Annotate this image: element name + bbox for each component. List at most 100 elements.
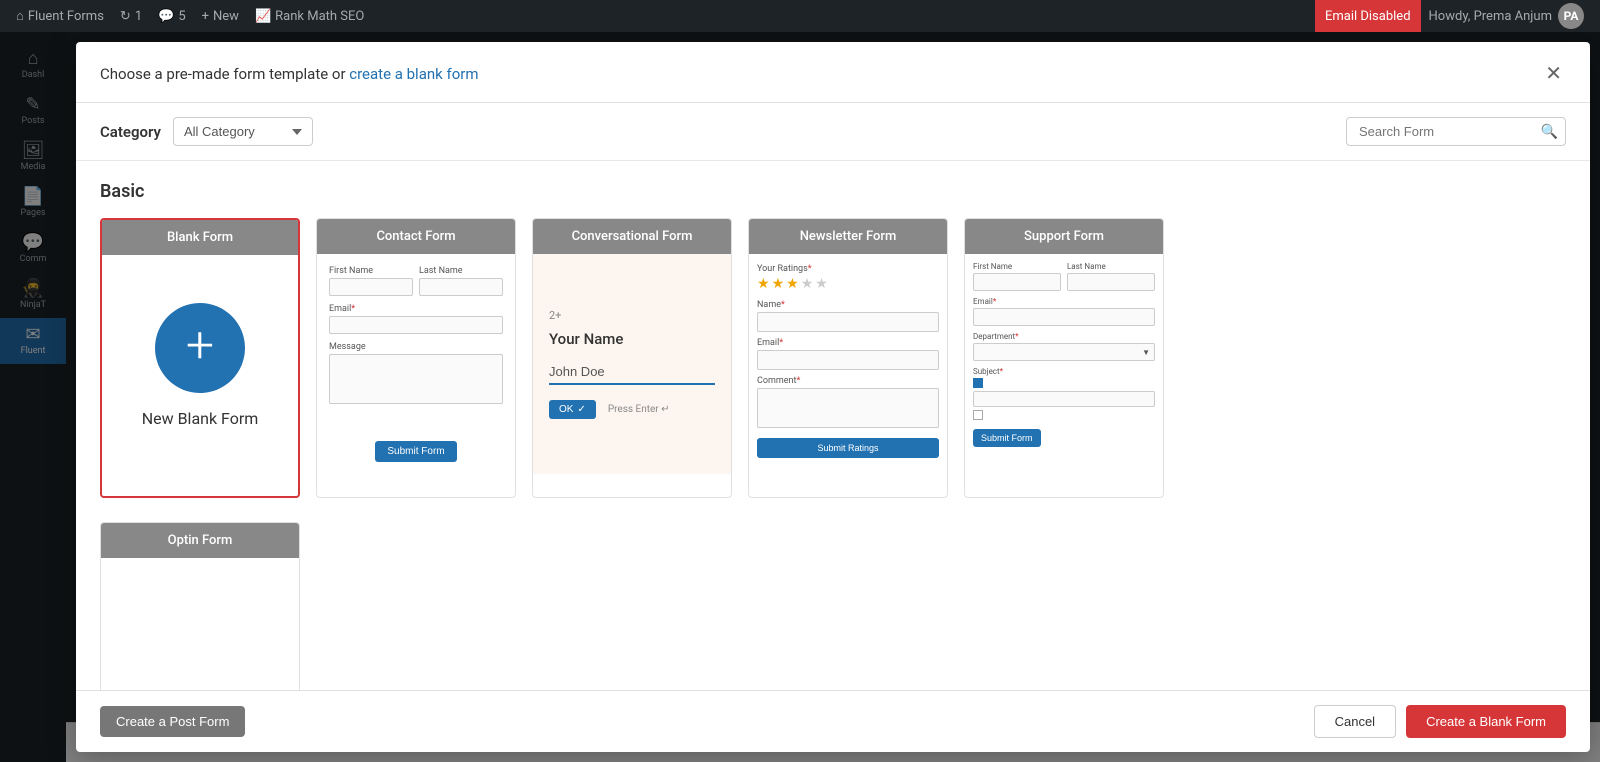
contact-form-body: First Name Last Name Email* Message — [317, 254, 515, 474]
category-label: Category — [100, 123, 161, 141]
first-name-field: First Name — [329, 266, 413, 296]
create-post-form-button[interactable]: Create a Post Form — [100, 706, 245, 737]
conv-step-number: 2+ — [549, 309, 715, 322]
category-wrapper: Category All Category — [100, 117, 313, 146]
sp-submit-btn: Submit Form — [973, 429, 1041, 447]
comment-count: 5 — [178, 9, 185, 24]
star-rating: ★ ★ ★ ★ ★ — [757, 276, 939, 292]
nl-submit-btn: Submit Ratings — [757, 438, 939, 458]
site-home[interactable]: ⌂ Fluent Forms — [8, 0, 112, 32]
form-template-modal: Choose a pre-made form template or creat… — [76, 42, 1590, 752]
search-form-input[interactable] — [1346, 117, 1566, 146]
plus-icon: + — [202, 9, 209, 24]
rank-math-label: Rank Math SEO — [275, 9, 364, 24]
footer-right-buttons: Cancel Create a Blank Form — [1314, 705, 1566, 738]
conv-ok-btn: OK ✓ — [549, 400, 596, 419]
updates[interactable]: ↻ 1 — [112, 0, 150, 32]
sp-dept-row: Department* ▼ — [973, 332, 1155, 361]
create-blank-link[interactable]: create a blank form — [349, 65, 478, 83]
email-row: Email* — [329, 304, 503, 334]
blank-form-plus-circle: + — [155, 303, 245, 393]
support-form-header: Support Form — [965, 219, 1163, 254]
contact-form-card[interactable]: Contact Form First Name Last Name — [316, 218, 516, 498]
last-name-label: Last Name — [419, 266, 503, 276]
star-4: ★ — [801, 276, 814, 292]
nl-email-input — [757, 350, 939, 370]
modal-footer: Create a Post Form Cancel Create a Blank… — [76, 690, 1590, 752]
email-input-preview — [329, 316, 503, 334]
sp-first-name: First Name — [973, 262, 1061, 291]
plus-icon: + — [186, 321, 214, 371]
sp-name-row: First Name Last Name — [973, 262, 1155, 291]
conversational-form-body: 2+ Your Name OK ✓ Press Enter ↵ — [533, 254, 731, 474]
bar-right: Email Disabled Howdy, Prema Anjum PA — [1315, 0, 1592, 32]
star-3: ★ — [786, 276, 799, 292]
wp-icon: ⌂ — [16, 8, 24, 24]
howdy-text: Howdy, Prema Anjum — [1429, 9, 1552, 24]
contact-form-header: Contact Form — [317, 219, 515, 254]
updates-icon: ↻ — [120, 9, 131, 24]
submit-row: Submit Form — [329, 439, 503, 462]
optin-form-body — [101, 558, 299, 658]
conversational-form-header: Conversational Form — [533, 219, 731, 254]
email-disabled-badge: Email Disabled — [1315, 0, 1421, 32]
modal-body: Basic Blank Form + New Blank Form Contac… — [76, 161, 1590, 690]
cancel-button[interactable]: Cancel — [1314, 705, 1396, 738]
conv-actions: OK ✓ Press Enter ↵ — [549, 397, 715, 419]
optin-form-card[interactable]: Optin Form — [100, 522, 300, 690]
sp-email-row: Email* — [973, 297, 1155, 326]
rank-math[interactable]: 📈 Rank Math SEO — [247, 0, 372, 32]
conv-enter-hint: Press Enter ↵ — [608, 404, 670, 415]
new-label: New — [213, 9, 239, 24]
newsletter-form-header: Newsletter Form — [749, 219, 947, 254]
avatar: PA — [1558, 3, 1584, 29]
nl-comment-label: Comment* — [757, 376, 939, 386]
search-icon[interactable]: 🔍 — [1541, 124, 1558, 140]
message-textarea-preview — [329, 354, 503, 404]
modal-header: Choose a pre-made form template or creat… — [76, 42, 1590, 103]
create-blank-form-button[interactable]: Create a Blank Form — [1406, 705, 1566, 738]
conversational-form-card[interactable]: Conversational Form 2+ Your Name OK ✓ Pr… — [532, 218, 732, 498]
nl-name-input — [757, 312, 939, 332]
optin-form-header: Optin Form — [101, 523, 299, 558]
blank-form-header: Blank Form — [102, 220, 298, 255]
sp-last-name: Last Name — [1067, 262, 1155, 291]
modal-close-button[interactable]: ✕ — [1541, 60, 1566, 88]
email-label: Email* — [329, 304, 503, 314]
first-name-input-preview — [329, 278, 413, 296]
message-label: Message — [329, 342, 503, 352]
modal-title-text: Choose a pre-made form template or — [100, 65, 349, 83]
support-form-card[interactable]: Support Form First Name Last Name — [964, 218, 1164, 498]
last-name-field: Last Name — [419, 266, 503, 296]
blank-form-card[interactable]: Blank Form + New Blank Form — [100, 218, 300, 498]
basic-section-title: Basic — [100, 181, 1566, 202]
sp-subject-row: Subject* — [973, 367, 1155, 420]
rank-math-icon: 📈 — [255, 9, 271, 24]
site-name: Fluent Forms — [28, 9, 104, 24]
last-name-input-preview — [419, 278, 503, 296]
search-input-wrapper: 🔍 — [1346, 117, 1566, 146]
new-content[interactable]: + New — [194, 0, 247, 32]
support-form-body: First Name Last Name Email* — [965, 254, 1163, 455]
blank-form-label: New Blank Form — [142, 409, 259, 428]
category-select[interactable]: All Category — [173, 117, 313, 146]
star-1: ★ — [757, 276, 770, 292]
sp-email: Email* — [973, 297, 1155, 326]
ratings-label: Your Ratings* — [757, 264, 939, 274]
comments-bar[interactable]: 💬 5 — [150, 0, 194, 32]
update-count: 1 — [135, 9, 142, 24]
newsletter-form-body: Your Ratings* ★ ★ ★ ★ ★ Name* Email* Com… — [749, 254, 947, 468]
forms-grid-second: Optin Form — [100, 522, 1566, 690]
newsletter-form-card[interactable]: Newsletter Form Your Ratings* ★ ★ ★ ★ ★ … — [748, 218, 948, 498]
star-2: ★ — [772, 276, 785, 292]
name-row: First Name Last Name — [329, 266, 503, 296]
howdy-user[interactable]: Howdy, Prema Anjum PA — [1421, 0, 1592, 32]
sp-subject-checkboxes — [973, 378, 1155, 420]
nl-email-label: Email* — [757, 338, 939, 348]
nl-name-label: Name* — [757, 300, 939, 310]
conv-question: Your Name — [549, 330, 715, 348]
first-name-label: First Name — [329, 266, 413, 276]
blank-form-body: + New Blank Form — [102, 255, 298, 475]
admin-bar: ⌂ Fluent Forms ↻ 1 💬 5 + New 📈 Rank Math… — [0, 0, 1600, 32]
message-row: Message — [329, 342, 503, 404]
